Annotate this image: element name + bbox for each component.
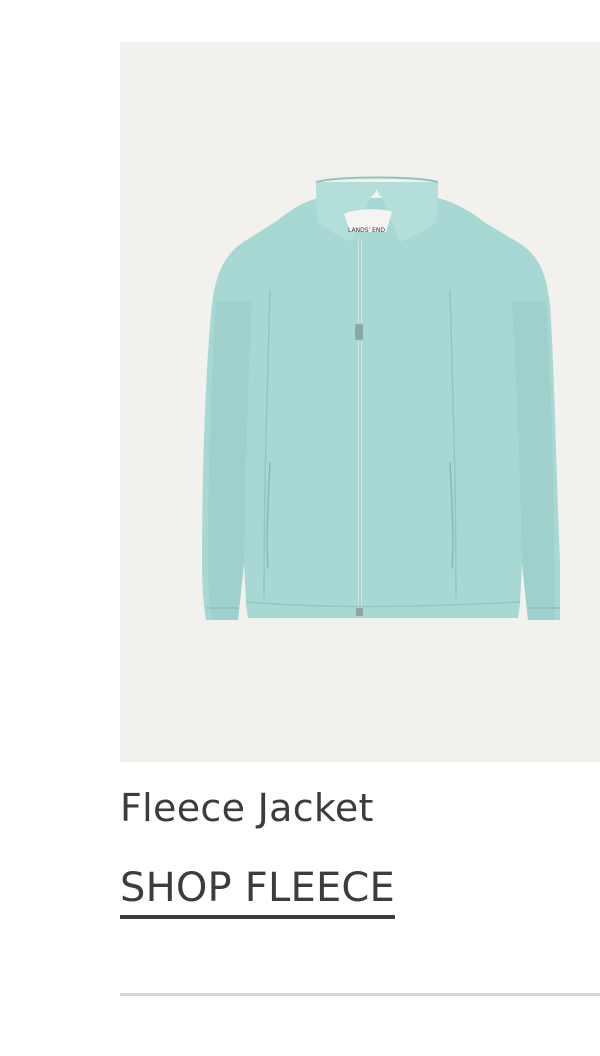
product-image-card[interactable]: LANDS' END: [120, 42, 600, 762]
brand-label-text: LANDS' END: [348, 227, 385, 234]
fleece-jacket-image: LANDS' END: [202, 176, 560, 620]
jacket-body-shape: [202, 198, 560, 620]
zipper-pull-icon: [355, 324, 363, 340]
section-divider: [120, 993, 600, 996]
product-title: Fleece Jacket: [120, 786, 374, 830]
shop-fleece-link[interactable]: SHOP FLEECE: [120, 862, 396, 919]
